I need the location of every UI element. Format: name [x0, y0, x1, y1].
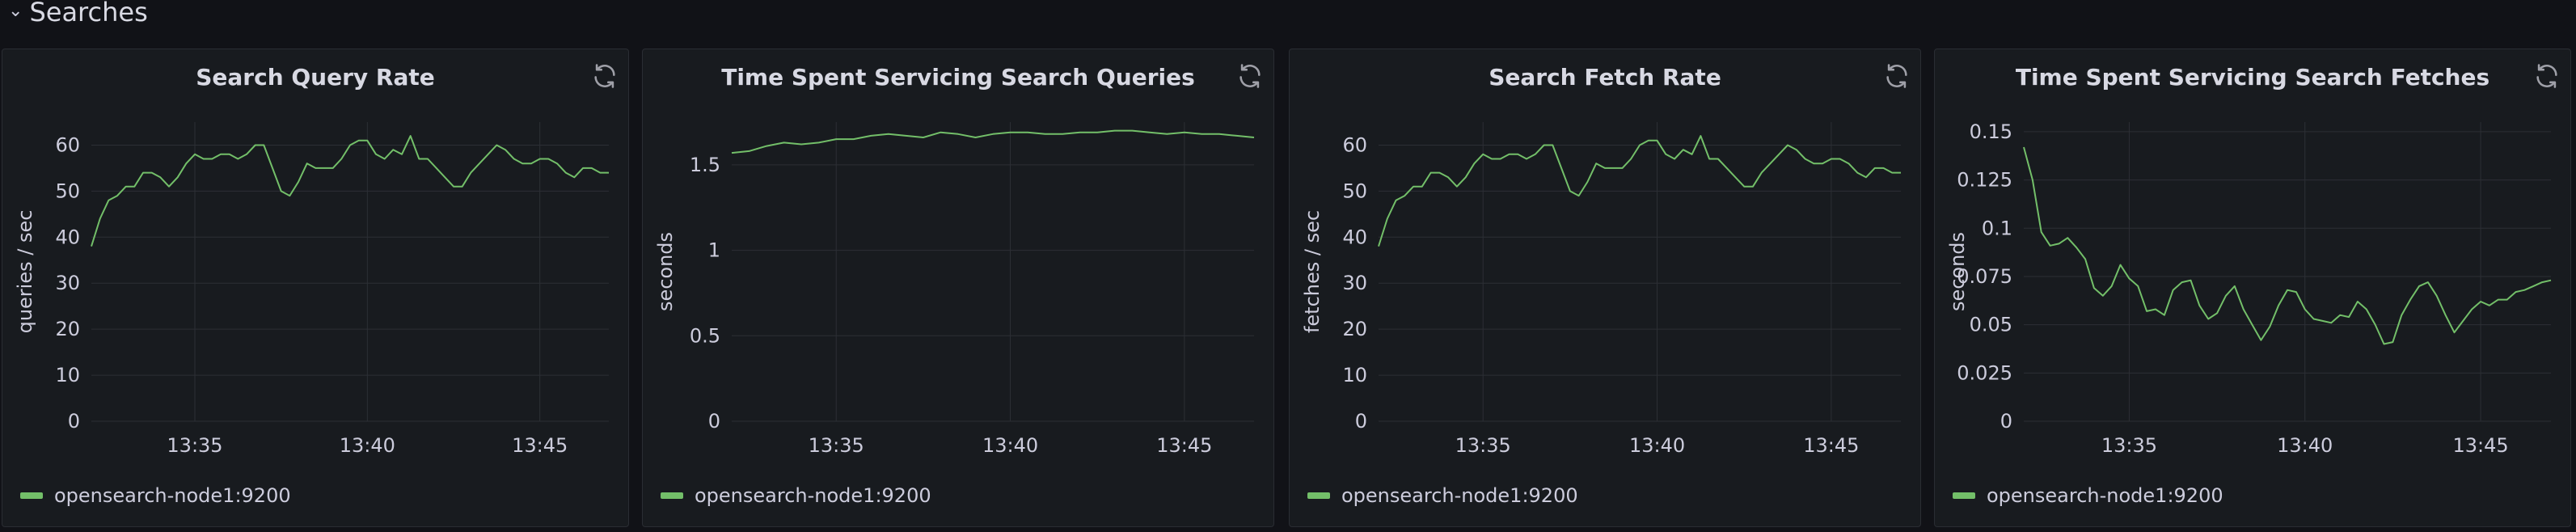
y-tick-label: 20 [1342, 318, 1367, 340]
y-tick-label: 1 [708, 239, 720, 262]
legend-swatch [661, 492, 683, 499]
y-tick-label: 40 [1342, 226, 1367, 248]
x-tick-label: 13:40 [1629, 434, 1685, 457]
series-line-0 [2023, 146, 2552, 345]
y-tick-label: 0 [68, 410, 80, 433]
chart-plot: 0 10 20 30 40 50 60 13:35 13:40 13:45 fetches / se… [1301, 122, 1901, 457]
y-axis-label: fetches / sec [1301, 210, 1324, 333]
panel-time-spent-search-queries: Time Spent Servicing Search Queries 0 0.5 1… [642, 49, 1274, 527]
chart-plot: 00.0250.050.0750.10.1250.1513:35 13:40 13:… [1946, 120, 2552, 457]
legend-swatch [1307, 492, 1330, 499]
y-tick-label: 10 [55, 364, 80, 386]
y-tick-label: 1.5 [690, 154, 720, 176]
y-tick-label: 0.1 [1982, 217, 2012, 239]
legend-item[interactable]: opensearch-node1:9200 [1953, 484, 2223, 507]
y-tick-label: 50 [55, 179, 80, 202]
chart-plot: 0 0.5 1 1.5 13:35 13:40 13:45 seconds [654, 122, 1255, 457]
y-tick-label: 30 [55, 272, 80, 294]
row-header-searches[interactable]: ⌄ Searches [8, 0, 148, 27]
panel-search-query-rate: Search Query Rate 0 10 20 30 40 50 60 13:35 13:40… [2, 49, 629, 527]
series-line-0 [731, 129, 1255, 154]
x-tick-label: 13:40 [982, 434, 1038, 457]
x-tick-label: 13:45 [2452, 434, 2508, 457]
x-tick-label: 13:40 [2277, 434, 2333, 457]
y-tick-label: 20 [55, 318, 80, 340]
x-tick-label: 13:35 [1455, 434, 1511, 457]
x-tick-label: 13:45 [1803, 434, 1859, 457]
y-axis-label: seconds [654, 232, 677, 311]
chevron-down-icon[interactable]: ⌄ [8, 1, 23, 21]
y-tick-label: 0.125 [1957, 169, 2012, 192]
y-tick-label: 0 [1355, 410, 1367, 433]
legend-label: opensearch-node1:9200 [1341, 484, 1578, 507]
legend-label: opensearch-node1:9200 [1987, 484, 2223, 507]
y-tick-label: 0.025 [1957, 361, 2012, 384]
legend-label: opensearch-node1:9200 [54, 484, 291, 507]
x-tick-label: 13:40 [340, 434, 395, 457]
legend-item[interactable]: opensearch-node1:9200 [20, 484, 291, 507]
y-tick-label: 60 [1342, 133, 1367, 156]
x-tick-label: 13:35 [809, 434, 864, 457]
legend-swatch [1953, 492, 1975, 499]
y-tick-label: 0.05 [1970, 314, 2012, 336]
y-axis-label: queries / sec [14, 210, 36, 334]
y-axis-label: seconds [1946, 232, 1969, 311]
y-tick-label: 0.5 [690, 324, 720, 347]
legend-swatch [20, 492, 43, 499]
y-tick-label: 60 [55, 133, 80, 156]
legend-item[interactable]: opensearch-node1:9200 [661, 484, 931, 507]
row-title: Searches [29, 0, 148, 27]
y-tick-label: 0 [708, 410, 720, 433]
y-tick-label: 0.15 [1970, 120, 2012, 143]
y-tick-label: 40 [55, 226, 80, 248]
panel-search-fetch-rate: Search Fetch Rate 0 10 20 30 40 50 60 13:35 13:40… [1289, 49, 1921, 527]
y-tick-label: 10 [1342, 364, 1367, 386]
legend-item[interactable]: opensearch-node1:9200 [1307, 484, 1578, 507]
x-tick-label: 13:45 [512, 434, 568, 457]
x-tick-label: 13:35 [2101, 434, 2157, 457]
x-tick-label: 13:35 [167, 434, 222, 457]
y-tick-label: 0 [2000, 410, 2012, 433]
chart-plot: 0 10 20 30 40 50 60 13:35 13:40 13:45 queries / se… [14, 122, 609, 457]
x-tick-label: 13:45 [1156, 434, 1212, 457]
legend-label: opensearch-node1:9200 [695, 484, 931, 507]
y-tick-label: 50 [1342, 179, 1367, 202]
panel-time-spent-search-fetches: Time Spent Servicing Search Fetches 0 0.02… [1934, 49, 2571, 527]
y-tick-label: 30 [1342, 272, 1367, 294]
